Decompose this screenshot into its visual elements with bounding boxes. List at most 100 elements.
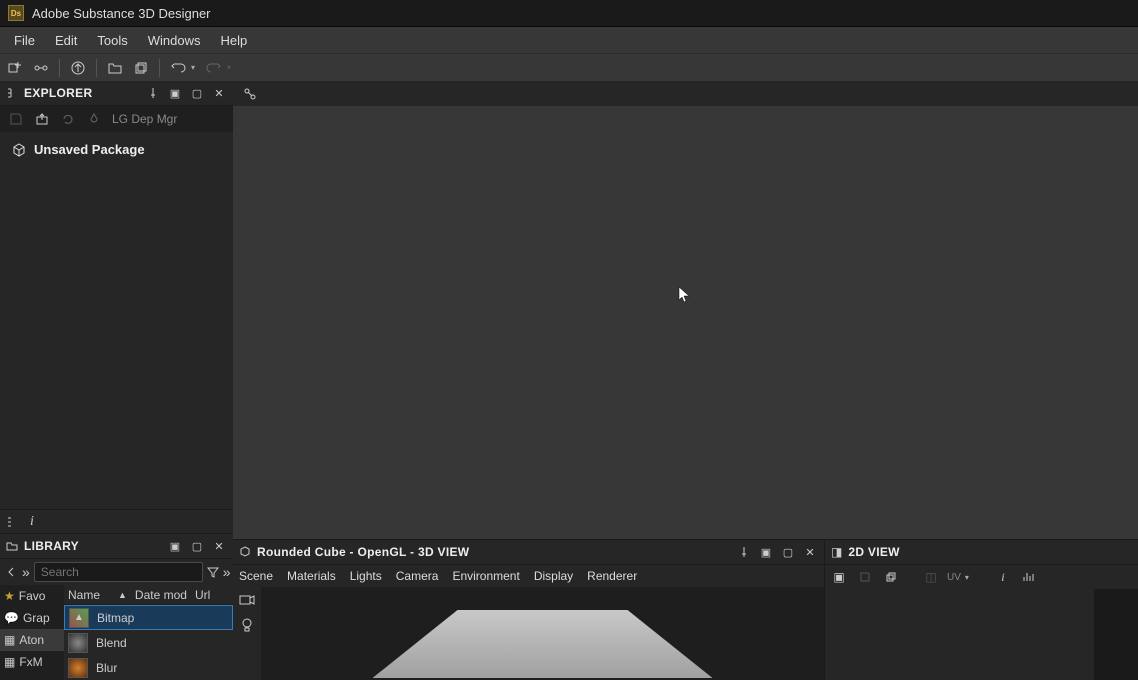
tree-item-package[interactable]: Unsaved Package — [0, 138, 233, 161]
library-item-blur[interactable]: Blur — [64, 655, 233, 680]
speech-icon: 💬 — [4, 611, 19, 625]
menu-help[interactable]: Help — [210, 29, 257, 52]
view3d-menu-lights[interactable]: Lights — [350, 569, 382, 583]
view2d-display-icon[interactable]: ▣ — [829, 567, 849, 587]
export-icon[interactable] — [30, 108, 54, 130]
library-header: LIBRARY ▣ ▢ ✕ — [0, 534, 233, 559]
lib-cat-favorites[interactable]: ★Favo — [0, 585, 64, 607]
view3d-menu-environment[interactable]: Environment — [452, 569, 519, 583]
library-toolbar: » » — [0, 559, 233, 585]
folder-icon — [6, 540, 18, 552]
undo-icon[interactable] — [167, 57, 189, 79]
graph-toolbar — [233, 81, 1138, 106]
view3d-panel: Rounded Cube - OpenGL - 3D VIEW ▣ ▢ ✕ Sc… — [233, 540, 824, 680]
app-icon: Ds — [8, 5, 24, 21]
grid-icon: ▦ — [4, 633, 15, 647]
lib-expand-icon[interactable]: » — [223, 561, 231, 583]
library-categories: ★Favo 💬Grap ▦Aton ▦FxM — [0, 585, 64, 680]
uv-dropdown-icon[interactable]: ▾ — [965, 573, 973, 582]
tree-icon — [6, 87, 18, 99]
view3d-maximize-icon[interactable]: ▢ — [780, 544, 796, 560]
view3d-sidebar — [233, 587, 261, 680]
new-graph-icon[interactable] — [30, 57, 52, 79]
thumb-icon — [68, 658, 88, 678]
sort-icon: ▲ — [118, 590, 127, 600]
graph-node-icon[interactable] — [239, 83, 261, 105]
library-title: LIBRARY — [24, 539, 161, 553]
cursor-icon — [678, 286, 690, 304]
library-item-blend[interactable]: Blend — [64, 630, 233, 655]
droplet-icon[interactable] — [82, 108, 106, 130]
menu-edit[interactable]: Edit — [45, 29, 87, 52]
library-columns[interactable]: Name▲ Date mod Url — [64, 585, 233, 605]
graph-canvas[interactable] — [233, 106, 1138, 539]
camera-icon[interactable] — [239, 593, 255, 607]
thumb-icon — [68, 633, 88, 653]
uv-label[interactable]: UV — [947, 572, 961, 583]
thumb-icon: ▲ — [69, 608, 89, 628]
tree-item-label: Unsaved Package — [34, 142, 145, 157]
menu-file[interactable]: File — [4, 29, 45, 52]
redo-dropdown-icon[interactable]: ▾ — [227, 63, 235, 72]
pin-icon[interactable] — [145, 85, 161, 101]
new-substance-icon[interactable] — [4, 57, 26, 79]
view3d-close-icon[interactable]: ✕ — [802, 544, 818, 560]
view3d-menubar: Scene Materials Lights Camera Environmen… — [233, 565, 824, 587]
view2d-save-icon[interactable] — [855, 567, 875, 587]
view2d-info-icon[interactable]: i — [993, 567, 1013, 587]
view3d-viewport[interactable] — [261, 587, 824, 680]
collapse-icon[interactable] — [6, 516, 18, 528]
view2d-split-icon[interactable]: ◫ — [921, 567, 941, 587]
view3d-menu-renderer[interactable]: Renderer — [587, 569, 637, 583]
dep-mgr-label[interactable]: LG Dep Mgr — [108, 112, 177, 126]
titlebar: Ds Adobe Substance 3D Designer — [0, 0, 1138, 27]
explorer-title: EXPLORER — [24, 86, 139, 100]
lib-maximize-icon[interactable]: ▢ — [189, 538, 205, 554]
view2d-header: ◨ 2D VIEW — [825, 540, 1138, 565]
refresh-icon[interactable] — [56, 108, 80, 130]
view2d-copy-icon[interactable] — [881, 567, 901, 587]
lib-cat-atomic[interactable]: ▦Aton — [0, 629, 64, 651]
info-icon[interactable]: i — [30, 514, 34, 530]
view2d-title: 2D VIEW — [848, 545, 1132, 559]
viewmode-icon[interactable]: ▣ — [167, 85, 183, 101]
view3d-pin-icon[interactable] — [736, 544, 752, 560]
undo-dropdown-icon[interactable]: ▾ — [191, 63, 199, 72]
search-input[interactable] — [34, 562, 203, 582]
lib-close-icon[interactable]: ✕ — [211, 538, 227, 554]
view3d-menu-camera[interactable]: Camera — [396, 569, 439, 583]
view3d-menu-materials[interactable]: Materials — [287, 569, 336, 583]
save-icon[interactable] — [4, 108, 28, 130]
bulb-icon[interactable] — [240, 617, 254, 633]
lib-cat-graphs[interactable]: 💬Grap — [0, 607, 64, 629]
view2d-panel: ◨ 2D VIEW ▣ ◫ UV ▾ i — [824, 540, 1138, 680]
library-list: Name▲ Date mod Url ▲ Bitmap Blend Bl — [64, 585, 233, 680]
explorer-tree: Unsaved Package — [0, 132, 233, 509]
explorer-header: EXPLORER ▣ ▢ ✕ — [0, 81, 233, 106]
menu-tools[interactable]: Tools — [87, 29, 137, 52]
view3d-menu-display[interactable]: Display — [534, 569, 573, 583]
explorer-footer: i — [0, 509, 233, 533]
menu-windows[interactable]: Windows — [138, 29, 211, 52]
view2d-histogram-icon[interactable] — [1019, 567, 1039, 587]
redo-icon[interactable] — [203, 57, 225, 79]
rendered-cube — [373, 610, 713, 680]
lib-back-icon[interactable] — [4, 561, 18, 583]
view3d-viewmode-icon[interactable]: ▣ — [758, 544, 774, 560]
publish-icon[interactable] — [67, 57, 89, 79]
view2d-toolbar: ▣ ◫ UV ▾ i — [825, 565, 1138, 589]
filter-icon[interactable] — [207, 561, 219, 583]
save-all-icon[interactable] — [130, 57, 152, 79]
app-title: Adobe Substance 3D Designer — [32, 6, 211, 21]
lib-more-icon[interactable]: » — [22, 561, 30, 583]
close-icon[interactable]: ✕ — [211, 85, 227, 101]
open-icon[interactable] — [104, 57, 126, 79]
view3d-title: Rounded Cube - OpenGL - 3D VIEW — [257, 545, 730, 559]
lib-cat-fxmap[interactable]: ▦FxM — [0, 651, 64, 673]
view3d-menu-scene[interactable]: Scene — [239, 569, 273, 583]
maximize-icon[interactable]: ▢ — [189, 85, 205, 101]
lib-viewmode-icon[interactable]: ▣ — [167, 538, 183, 554]
library-item-bitmap[interactable]: ▲ Bitmap — [64, 605, 233, 630]
view2d-viewport[interactable] — [825, 589, 1138, 680]
menubar: File Edit Tools Windows Help — [0, 27, 1138, 53]
